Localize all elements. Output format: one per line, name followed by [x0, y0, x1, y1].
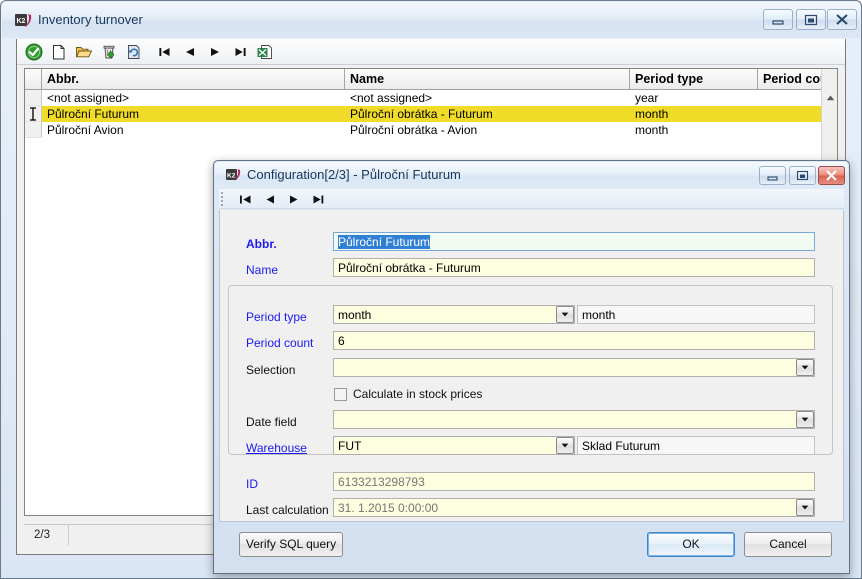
name-input[interactable]: Půlroční obrátka - Futurum — [333, 258, 815, 277]
text-cursor-icon — [28, 107, 38, 121]
abbr-input-value: Půlroční Futurum — [338, 235, 431, 249]
row-indicator — [25, 90, 42, 106]
label-calculate-in-stock-prices[interactable]: Calculate in stock prices — [353, 387, 482, 401]
first-record-icon[interactable] — [156, 43, 174, 61]
date-field-dropdown-icon[interactable] — [796, 411, 814, 428]
cell-abbr: Půlroční Futurum — [47, 107, 140, 121]
dialog-form-body: Abbr. Půlroční Futurum Name Půlroční obr… — [219, 210, 844, 522]
table-row[interactable]: <not assigned> <not assigned> year 1 — [25, 90, 837, 106]
warehouse-dropdown-icon[interactable] — [556, 437, 574, 454]
period-type-description: month — [577, 305, 815, 324]
close-icon[interactable] — [818, 166, 845, 185]
grid-row-indicator-header — [25, 69, 42, 89]
first-record-icon[interactable] — [239, 193, 253, 206]
label-period-type: Period type — [246, 310, 307, 324]
svg-text:K2: K2 — [227, 173, 236, 180]
svg-text:K2: K2 — [17, 18, 26, 25]
new-document-icon[interactable] — [50, 43, 68, 61]
row-indicator — [25, 122, 42, 138]
toolbar-drag-handle[interactable] — [221, 192, 225, 206]
grid-header-row: Abbr. Name Period type Period count — [25, 69, 837, 90]
label-selection: Selection — [246, 363, 296, 377]
grid-column-abbr[interactable]: Abbr. — [42, 69, 345, 89]
period-type-input[interactable]: month — [333, 305, 575, 324]
status-record-position: 2/3 — [24, 525, 69, 546]
configuration-dialog: K2 Configuration[2/3] - Půlroční Futurum — [213, 160, 850, 574]
selection-input[interactable] — [333, 358, 815, 377]
cell-period-type: year — [635, 91, 659, 105]
dialog-nav-toolbar — [219, 189, 844, 209]
minimize-icon[interactable] — [759, 166, 786, 185]
grid-column-name[interactable]: Name — [345, 69, 630, 89]
last-record-icon[interactable] — [311, 193, 325, 206]
cancel-button[interactable]: Cancel — [744, 532, 832, 557]
cell-name: Půlroční obrátka - Avion — [350, 123, 478, 137]
period-count-input[interactable]: 6 — [333, 331, 815, 350]
main-window-title: Inventory turnover — [38, 12, 143, 27]
cell-period-type: month — [635, 123, 669, 137]
cell-period-type: month — [635, 107, 669, 121]
label-date-field: Date field — [246, 415, 297, 429]
calculate-in-stock-prices-checkbox[interactable] — [334, 388, 347, 401]
delete-trash-icon[interactable] — [100, 43, 118, 61]
ok-button[interactable]: OK — [647, 532, 735, 557]
refresh-document-icon[interactable] — [125, 43, 143, 61]
grid-column-period-type[interactable]: Period type — [630, 69, 758, 89]
k2-app-icon: K2 — [225, 167, 241, 183]
next-record-icon[interactable] — [287, 193, 301, 206]
label-name: Name — [246, 263, 279, 277]
dialog-title: Configuration[2/3] - Půlroční Futurum — [247, 167, 461, 182]
k2-app-icon: K2 — [14, 12, 32, 30]
last-calculation-dropdown-icon[interactable] — [796, 499, 814, 516]
row-indicator — [25, 106, 42, 122]
label-id: ID — [246, 477, 258, 491]
maximize-icon[interactable] — [796, 9, 826, 30]
maximize-icon[interactable] — [789, 166, 816, 185]
cell-name: <not assigned> — [350, 91, 433, 105]
last-record-icon[interactable] — [231, 43, 249, 61]
label-warehouse[interactable]: Warehouse — [246, 441, 307, 455]
export-excel-icon[interactable] — [256, 43, 274, 61]
dialog-footer: Verify SQL query OK Cancel — [219, 522, 844, 568]
selection-dropdown-icon[interactable] — [796, 359, 814, 376]
label-last-calculation: Last calculation — [246, 503, 329, 517]
cell-name: Půlroční obrátka - Futurum — [350, 107, 493, 121]
id-field: 6133213298793 — [333, 472, 815, 491]
previous-record-icon[interactable] — [263, 193, 277, 206]
label-period-count: Period count — [246, 336, 314, 350]
warehouse-input[interactable]: FUT — [333, 436, 575, 455]
main-window-titlebar[interactable]: K2 Inventory turnover — [2, 2, 860, 38]
date-field-input[interactable] — [333, 410, 815, 429]
minimize-icon[interactable] — [763, 9, 793, 30]
scroll-up-icon[interactable] — [822, 90, 837, 107]
dialog-titlebar[interactable]: K2 Configuration[2/3] - Půlroční Futurum — [215, 162, 848, 188]
close-icon[interactable] — [827, 9, 857, 30]
ok-confirm-icon[interactable] — [25, 43, 43, 61]
cell-abbr: Půlroční Avion — [47, 123, 124, 137]
table-row[interactable]: Půlroční Avion Půlroční obrátka - Avion … — [25, 122, 837, 138]
abbr-input[interactable]: Půlroční Futurum — [333, 232, 815, 251]
warehouse-description: Sklad Futurum — [577, 436, 815, 455]
period-type-dropdown-icon[interactable] — [556, 306, 574, 323]
main-toolbar — [17, 39, 845, 65]
open-folder-icon[interactable] — [75, 43, 93, 61]
next-record-icon[interactable] — [206, 43, 224, 61]
last-calculation-field: 31. 1.2015 0:00:00 — [333, 498, 815, 517]
cell-abbr: <not assigned> — [47, 91, 130, 105]
verify-sql-query-button[interactable]: Verify SQL query — [239, 532, 343, 557]
previous-record-icon[interactable] — [181, 43, 199, 61]
label-abbr: Abbr. — [246, 237, 277, 251]
table-row[interactable]: Půlroční Futurum Půlroční obrátka - Futu… — [25, 106, 837, 122]
